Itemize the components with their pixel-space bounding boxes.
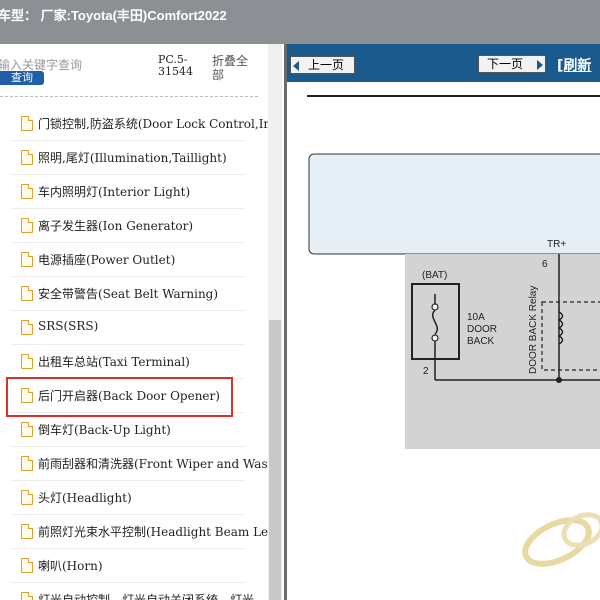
- tree-item-headlight-beam[interactable]: 前照灯光束水平控制(Headlight Beam Lev: [0, 515, 275, 549]
- wiring-diagram: TR+ 6 (BAT) 10A DOOR BACK 2 DOOR BACK Re…: [307, 95, 600, 567]
- tree-item-front-wiper[interactable]: 前雨刮器和清洗器(Front Wiper and Washe: [0, 447, 282, 481]
- window-title: 车型： 厂家:Toyota(丰田)Comfort2022: [0, 8, 227, 23]
- scroll-thumb[interactable]: [269, 320, 281, 600]
- collapse-all-link[interactable]: 折叠全部: [212, 54, 252, 82]
- tree-item-label: 灯光自动控制，灯光自动关闭系统，灯光: [38, 593, 255, 600]
- tree-item-srs[interactable]: SRS(SRS): [0, 311, 268, 345]
- label-trplus: TR+: [547, 239, 566, 250]
- file-icon: [21, 592, 33, 600]
- fuse-terminal-bottom: [431, 334, 439, 342]
- next-page-button[interactable]: 下一页: [478, 55, 546, 73]
- tree-item-headlight[interactable]: 头灯(Headlight): [0, 481, 268, 515]
- file-icon: [21, 456, 33, 471]
- next-page-label: 下一页: [487, 57, 524, 71]
- tree-item-horn[interactable]: 喇叭(Horn): [0, 549, 268, 583]
- tree-item-ion-generator[interactable]: 离子发生器(Ion Generator): [0, 209, 268, 243]
- tree-item-power-outlet[interactable]: 电源插座(Power Outlet): [0, 243, 268, 277]
- tree-item-interior-light[interactable]: 车内照明灯(Interior Light): [0, 175, 268, 209]
- label-fuse-back: BACK: [467, 336, 495, 347]
- file-icon: [21, 422, 33, 437]
- label-fuse-10a: 10A: [467, 312, 485, 323]
- tree-item-label: SRS(SRS): [38, 319, 99, 333]
- tree-item-label: 前照灯光束水平控制(Headlight Beam Lev: [38, 525, 275, 539]
- tree-list: 门锁控制,防盗系统(Door Lock Control,Im 照明,尾灯(Ill…: [0, 107, 282, 600]
- tree-item-label: 电源插座(Power Outlet): [38, 253, 176, 267]
- tree-item-light-auto[interactable]: 灯光自动控制，灯光自动关闭系统，灯光: [0, 583, 268, 600]
- pc-code: PC.5-31544: [158, 53, 193, 78]
- prev-page-label: 上一页: [308, 58, 345, 72]
- left-panel: 查询 PC.5-31544 折叠全部 门锁控制,防盗系统(Door Lock C…: [0, 44, 286, 600]
- tree-item-label: 倒车灯(Back-Up Light): [38, 423, 171, 437]
- junction-dot: [556, 377, 562, 383]
- highlight-box: [6, 377, 233, 417]
- file-icon: [21, 218, 33, 233]
- label-bat: (BAT): [422, 270, 447, 281]
- fuse-terminal-top: [431, 303, 439, 311]
- file-icon: [21, 286, 33, 301]
- tree-item-taxi-terminal[interactable]: 出租车总站(Taxi Terminal): [0, 345, 268, 379]
- file-icon: [21, 184, 33, 199]
- tree-item-label: 车内照明灯(Interior Light): [38, 185, 191, 199]
- title-bar: 车型： 厂家:Toyota(丰田)Comfort2022: [0, 0, 600, 44]
- tree-item-label: 前雨刮器和清洗器(Front Wiper and Washe: [38, 457, 283, 471]
- tree-item-label: 头灯(Headlight): [38, 491, 132, 505]
- watermark-logo: [522, 512, 600, 567]
- search-button[interactable]: 查询: [0, 71, 44, 85]
- tree-item-label: 喇叭(Horn): [38, 559, 103, 573]
- tree-item-label: 门锁控制,防盗系统(Door Lock Control,Im: [38, 117, 275, 131]
- arrow-right-icon: [537, 60, 543, 70]
- file-icon: [21, 150, 33, 165]
- label-pin2: 2: [423, 366, 429, 377]
- tree-item-illumination[interactable]: 照明,尾灯(Illumination,Taillight): [0, 141, 268, 175]
- tree-item-label: 出租车总站(Taxi Terminal): [38, 355, 190, 369]
- tree-item-door-lock[interactable]: 门锁控制,防盗系统(Door Lock Control,Im: [0, 107, 275, 141]
- right-panel: 上一页 下一页 [刷新 TR+ 6 (BAT) 10A DOOR BACK 2 …: [287, 44, 600, 600]
- label-pin6: 6: [542, 259, 548, 270]
- prev-page-button[interactable]: 上一页: [290, 56, 355, 74]
- tree-item-back-up-light[interactable]: 倒车灯(Back-Up Light): [0, 413, 268, 447]
- file-icon: [21, 558, 33, 573]
- file-icon: [21, 354, 33, 369]
- content-header: 上一页 下一页 [刷新: [287, 44, 600, 82]
- file-icon: [21, 320, 33, 335]
- label-relay: DOOR BACK Relay: [528, 286, 539, 374]
- scrollbar[interactable]: [268, 44, 282, 600]
- file-icon: [21, 490, 33, 505]
- divider: [0, 96, 258, 97]
- tree-item-label: 离子发生器(Ion Generator): [38, 219, 194, 233]
- tree-item-label: 照明,尾灯(Illumination,Taillight): [38, 151, 227, 165]
- file-icon: [21, 524, 33, 539]
- tree-item-seat-belt[interactable]: 安全带警告(Seat Belt Warning): [0, 277, 268, 311]
- file-icon: [21, 252, 33, 267]
- label-fuse-door: DOOR: [467, 324, 497, 335]
- tree-item-label: 安全带警告(Seat Belt Warning): [38, 287, 219, 301]
- refresh-link[interactable]: [刷新: [557, 55, 591, 75]
- arrow-left-icon: [293, 61, 299, 71]
- file-icon: [21, 116, 33, 131]
